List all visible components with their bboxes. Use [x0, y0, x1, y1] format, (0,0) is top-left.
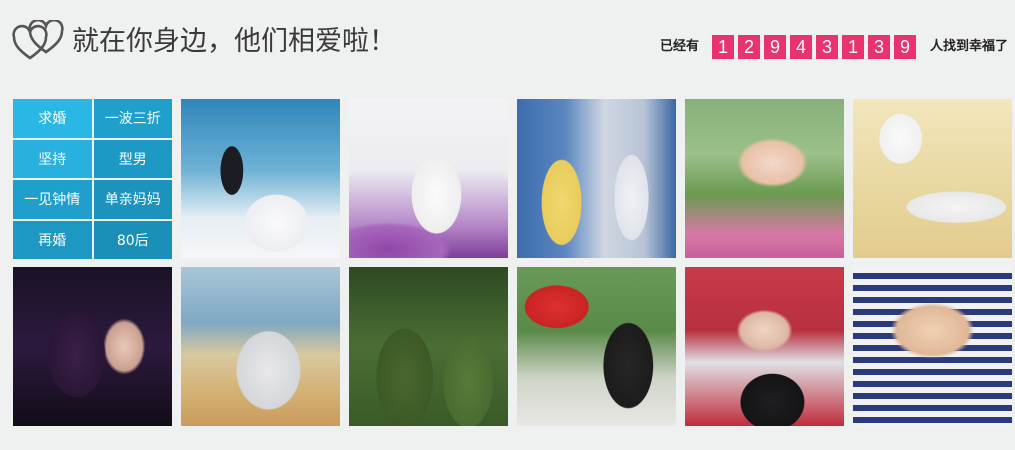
page-title: 就在你身边，他们相爱啦！: [72, 26, 396, 57]
couple-photo[interactable]: [181, 267, 340, 426]
count-prefix: 已经有: [660, 39, 700, 54]
tag-proposal[interactable]: 求婚: [13, 99, 92, 138]
couple-photo[interactable]: [517, 267, 676, 426]
story-tag-grid: 求婚 一波三折 坚持 型男 一见钟情 单亲妈妈 再婚 80后: [13, 99, 172, 259]
couple-photo[interactable]: [13, 267, 172, 426]
counter-digit: 2: [738, 35, 760, 59]
couple-photo[interactable]: [181, 99, 340, 258]
couple-photo[interactable]: [685, 267, 844, 426]
tag-stylish-man[interactable]: 型男: [93, 139, 172, 178]
couple-photo[interactable]: [685, 99, 844, 258]
counter-digit: 3: [868, 35, 890, 59]
tag-love-at-first-sight[interactable]: 一见钟情: [13, 180, 92, 219]
couple-photo[interactable]: [349, 99, 508, 258]
couple-photo[interactable]: [517, 99, 676, 258]
success-counter: 1 2 9 4 3 1 3 9: [712, 35, 916, 59]
tag-remarriage[interactable]: 再婚: [13, 220, 92, 259]
counter-digit: 3: [816, 35, 838, 59]
tag-single-mother[interactable]: 单亲妈妈: [93, 180, 172, 219]
couple-photo[interactable]: [349, 267, 508, 426]
counter-digit: 1: [712, 35, 734, 59]
counter-digit: 4: [790, 35, 812, 59]
counter-digit: 9: [764, 35, 786, 59]
counter-digit: 1: [842, 35, 864, 59]
tag-persistence[interactable]: 坚持: [13, 139, 92, 178]
couple-photo[interactable]: [853, 267, 1012, 426]
tag-post-80s[interactable]: 80后: [93, 220, 172, 259]
couple-photo[interactable]: [853, 99, 1012, 258]
counter-digit: 9: [894, 35, 916, 59]
double-heart-icon: [12, 20, 64, 60]
tag-twists[interactable]: 一波三折: [93, 99, 172, 138]
count-suffix: 人找到幸福了: [930, 39, 1009, 54]
